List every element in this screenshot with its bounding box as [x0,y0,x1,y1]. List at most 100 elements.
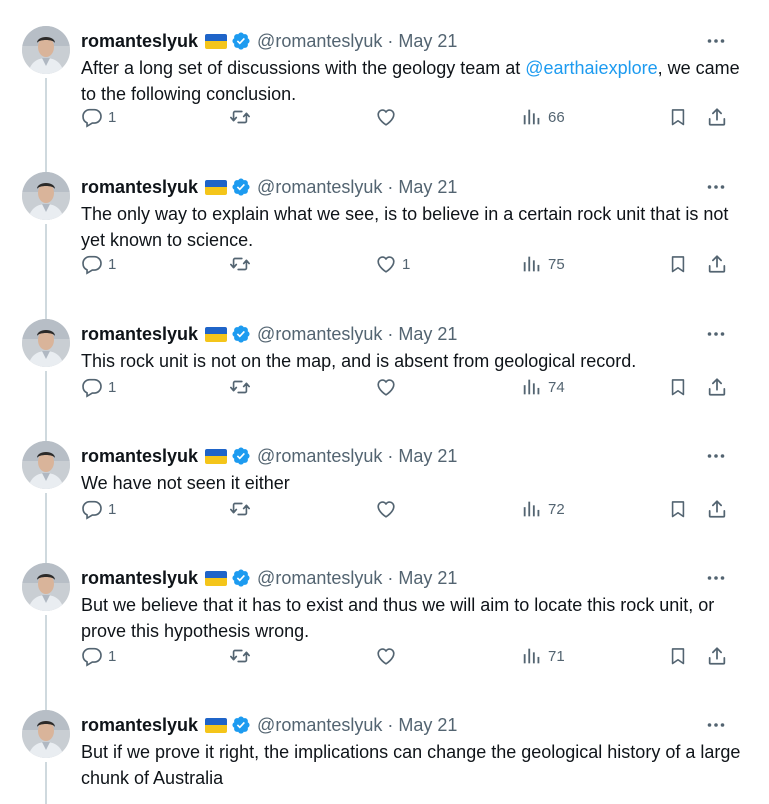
tweet-header: romanteslyuk @romanteslyuk · May 21 [81,30,457,52]
separator-dot: · [387,324,394,344]
reply-button[interactable]: 1 [81,104,116,130]
avatar[interactable] [22,319,70,367]
bookmark-icon [671,379,685,396]
more-options-icon[interactable] [705,176,727,198]
verified-badge-icon[interactable] [231,324,251,344]
avatar-image [22,710,70,758]
share-button[interactable] [706,251,728,277]
tweet[interactable]: romanteslyuk @romanteslyuk · May 21 The … [0,172,769,319]
avatar-image [22,319,70,367]
author-name[interactable]: romanteslyuk [81,323,198,345]
reply-button[interactable]: 1 [81,374,116,400]
author-handle[interactable]: @romanteslyuk [257,714,382,736]
views-button[interactable]: 66 [521,104,565,130]
more-options-icon[interactable] [705,445,727,467]
retweet-button[interactable] [228,643,257,669]
tweet-date[interactable]: May 21 [398,714,457,736]
tweet-text-body: But if we prove it right, the implicatio… [81,742,741,788]
verified-badge-icon[interactable] [231,568,251,588]
avatar[interactable] [22,563,70,611]
tweet-date[interactable]: May 21 [398,323,457,345]
author-name[interactable]: romanteslyuk [81,567,198,589]
retweet-button[interactable] [228,104,257,130]
tweet-date[interactable]: May 21 [398,176,457,198]
reply-icon [82,255,102,275]
author-handle[interactable]: @romanteslyuk [257,30,382,52]
avatar[interactable] [22,441,70,489]
tweet-text: But we believe that it has to exist and … [81,592,741,644]
bookmark-icon [671,109,685,126]
like-button[interactable] [375,374,402,400]
views-button[interactable]: 74 [521,374,565,400]
thread: romanteslyuk @romanteslyuk · May 21 Afte… [0,0,769,804]
verified-badge-icon[interactable] [231,715,251,735]
share-icon [708,500,726,518]
views-button[interactable]: 72 [521,496,565,522]
tweet[interactable]: romanteslyuk @romanteslyuk · May 21 This… [0,319,769,441]
more-options-icon[interactable] [705,714,727,736]
share-button[interactable] [706,496,728,522]
like-button[interactable] [375,643,402,669]
retweet-icon [230,649,250,663]
author-handle[interactable]: @romanteslyuk [257,567,382,589]
tweet-text: After a long set of discussions with the… [81,55,741,107]
tweet-date[interactable]: May 21 [398,445,457,467]
bookmark-button[interactable] [668,104,688,130]
retweet-button[interactable] [228,251,257,277]
retweet-icon [230,380,250,394]
views-button[interactable]: 75 [521,251,565,277]
share-icon [708,647,726,665]
mention-link[interactable]: @earthaiexplore [525,58,657,78]
avatar[interactable] [22,710,70,758]
author-name[interactable]: romanteslyuk [81,445,198,467]
avatar[interactable] [22,26,70,74]
separator-dot: · [387,715,394,735]
tweet[interactable]: romanteslyuk @romanteslyuk · May 21 Afte… [0,26,769,172]
ukraine-flag-icon [205,33,228,49]
more-options-icon[interactable] [705,30,727,52]
bookmark-icon [671,648,685,665]
tweet-date[interactable]: May 21 [398,567,457,589]
verified-badge-icon[interactable] [231,446,251,466]
reply-button[interactable]: 1 [81,643,116,669]
tweet-text: This rock unit is not on the map, and is… [81,348,741,374]
bookmark-button[interactable] [668,643,688,669]
avatar[interactable] [22,172,70,220]
retweet-button[interactable] [228,374,257,400]
reply-button[interactable]: 1 [81,496,116,522]
share-button[interactable] [706,643,728,669]
share-button[interactable] [706,374,728,400]
author-handle[interactable]: @romanteslyuk [257,176,382,198]
author-handle[interactable]: @romanteslyuk [257,445,382,467]
more-options-icon[interactable] [705,323,727,345]
verified-badge-icon[interactable] [231,31,251,51]
author-name[interactable]: romanteslyuk [81,176,198,198]
author-handle[interactable]: @romanteslyuk [257,323,382,345]
reply-icon [82,647,102,667]
views-button[interactable]: 71 [521,643,565,669]
retweet-button[interactable] [228,496,257,522]
tweet[interactable]: romanteslyuk @romanteslyuk · May 21 But … [0,563,769,710]
like-button[interactable]: 1 [375,251,410,277]
reply-count: 1 [108,255,117,273]
verified-badge-icon[interactable] [231,177,251,197]
separator-dot: · [387,446,394,466]
author-name[interactable]: romanteslyuk [81,30,198,52]
like-button[interactable] [375,104,402,130]
bookmark-button[interactable] [668,374,688,400]
like-button[interactable] [375,496,402,522]
share-button[interactable] [706,104,728,130]
tweet-date[interactable]: May 21 [398,30,457,52]
author-name[interactable]: romanteslyuk [81,714,198,736]
bookmark-button[interactable] [668,251,688,277]
reply-count: 1 [108,108,117,126]
tweet[interactable]: romanteslyuk @romanteslyuk · May 21 We h… [0,441,769,563]
tweet-text-body: This rock unit is not on the map, and is… [81,351,637,371]
bookmark-button[interactable] [668,496,688,522]
tweet[interactable]: romanteslyuk @romanteslyuk · May 21 But … [0,710,769,804]
more-options-icon[interactable] [705,567,727,589]
views-count: 66 [548,108,565,126]
reply-button[interactable]: 1 [81,251,116,277]
retweet-icon [230,110,250,124]
avatar-image [22,172,70,220]
